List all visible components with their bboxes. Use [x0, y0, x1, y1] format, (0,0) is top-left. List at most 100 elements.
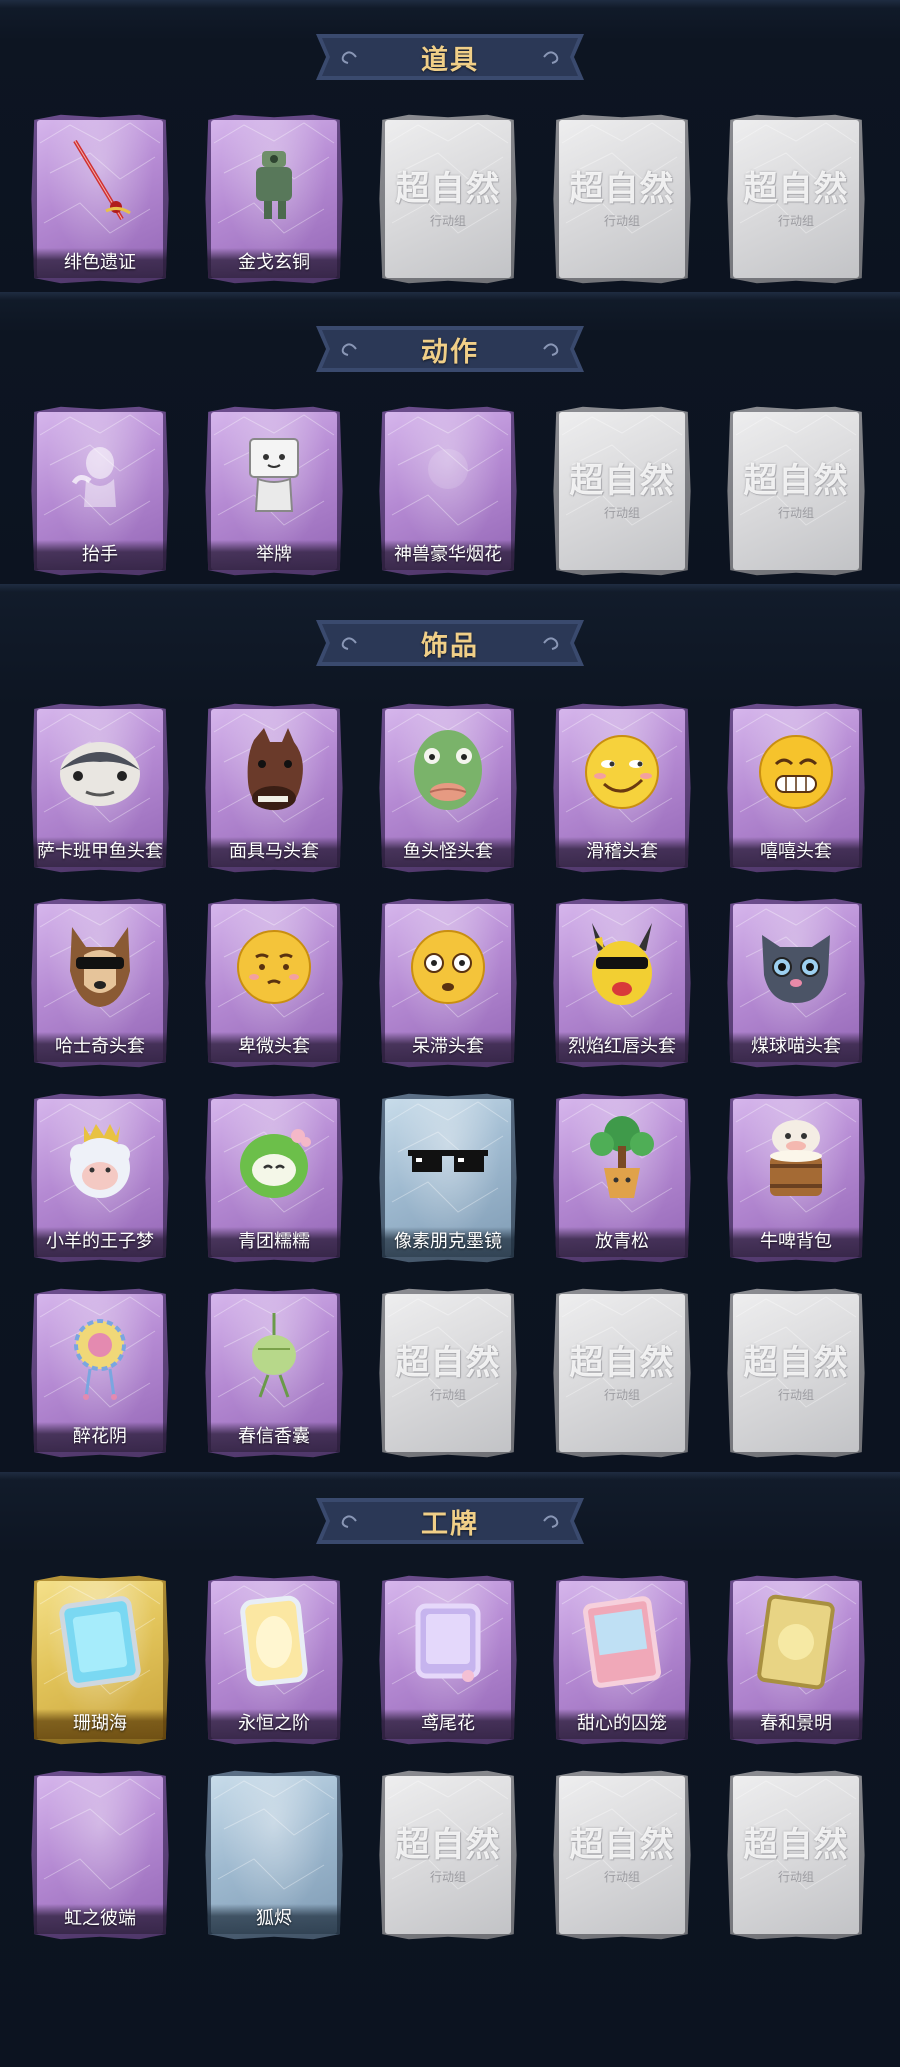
watermark-icon: 超自然 行动组 [553, 1335, 690, 1403]
watermark-main: 超自然 [395, 1343, 501, 1383]
watermark-sub: 行动组 [777, 506, 814, 520]
locked-item-card[interactable]: 超自然 行动组 [727, 114, 865, 284]
item-name: 青团糯糯 [205, 1227, 343, 1257]
watermark-main: 超自然 [743, 1343, 849, 1383]
item-name: 甜心的囚笼 [553, 1709, 691, 1739]
item-card[interactable]: 萨卡班甲鱼头套 [31, 703, 169, 873]
watermark-icon: 超自然 行动组 [727, 1817, 864, 1885]
item-name: 神兽豪华烟花 [379, 540, 517, 570]
item-card[interactable]: 甜心的囚笼 [553, 1575, 691, 1745]
item-name: 放青松 [553, 1227, 691, 1257]
smiley-icon [572, 720, 672, 820]
item-name: 鸢尾花 [379, 1709, 517, 1739]
badge-lavender-icon [398, 1592, 498, 1692]
item-card[interactable]: 虹之彼端 [31, 1770, 169, 1940]
grin-icon [746, 720, 846, 820]
item-name: 永恒之阶 [205, 1709, 343, 1739]
watermark-icon: 超自然 行动组 [379, 1817, 516, 1885]
item-card[interactable]: 卑微头套 [205, 898, 343, 1068]
fish-head-icon [50, 720, 150, 820]
item-card[interactable]: 神兽豪华烟花 [379, 406, 517, 576]
section-title: 动作 [421, 336, 479, 368]
item-card[interactable]: 呆滞头套 [379, 898, 517, 1068]
item-card[interactable]: 像素朋克墨镜 [379, 1093, 517, 1263]
item-name: 狐烬 [205, 1904, 343, 1934]
locked-item-card[interactable]: 超自然 行动组 [379, 114, 517, 284]
watermark-main: 超自然 [395, 169, 501, 209]
item-name: 卑微头套 [205, 1032, 343, 1062]
badge-pink-icon [572, 1592, 672, 1692]
item-card[interactable]: 永恒之阶 [205, 1575, 343, 1745]
item-card[interactable]: 春和景明 [727, 1575, 865, 1745]
item-card[interactable]: 烈焰红唇头套 [553, 898, 691, 1068]
item-name: 烈焰红唇头套 [553, 1032, 691, 1062]
item-card[interactable]: 鸢尾花 [379, 1575, 517, 1745]
item-card[interactable]: 金戈玄铜 [205, 114, 343, 284]
item-card[interactable]: 狐烬 [205, 1770, 343, 1940]
item-grid: 抬手 举牌 神兽豪华烟花 超自然 行动组 超自然 行动组 [30, 405, 870, 577]
item-name: 呆滞头套 [379, 1032, 517, 1062]
watermark-sub: 行动组 [777, 1388, 814, 1402]
locked-item-card[interactable]: 超自然 行动组 [553, 1770, 691, 1940]
locked-item-card[interactable]: 超自然 行动组 [727, 1288, 865, 1458]
watermark-sub: 行动组 [777, 214, 814, 228]
watermark-main: 超自然 [569, 461, 675, 501]
section-divider [0, 0, 900, 8]
section-title: 饰品 [421, 630, 479, 662]
dazed-face-icon [398, 915, 498, 1015]
watermark-icon: 超自然 行动组 [553, 1817, 690, 1885]
watermark-icon: 超自然 行动组 [553, 453, 690, 521]
item-name: 虹之彼端 [31, 1904, 169, 1934]
section-banner: 道具 [316, 30, 584, 84]
item-card[interactable]: 面具马头套 [205, 703, 343, 873]
item-card[interactable]: 小羊的王子梦 [31, 1093, 169, 1263]
item-card[interactable]: 青团糯糯 [205, 1093, 343, 1263]
bronze-figure-icon [224, 131, 324, 231]
item-card[interactable]: 春信香囊 [205, 1288, 343, 1458]
item-card[interactable]: 绯色遗证 [31, 114, 169, 284]
item-name: 珊瑚海 [31, 1709, 169, 1739]
item-card[interactable]: 珊瑚海 [31, 1575, 169, 1745]
watermark-icon: 超自然 行动组 [727, 453, 864, 521]
cat-head-icon [746, 915, 846, 1015]
watermark-main: 超自然 [743, 461, 849, 501]
item-name: 煤球喵头套 [727, 1032, 865, 1062]
locked-item-card[interactable]: 超自然 行动组 [379, 1770, 517, 1940]
locked-item-card[interactable]: 超自然 行动组 [553, 406, 691, 576]
item-card[interactable]: 煤球喵头套 [727, 898, 865, 1068]
watermark-icon: 超自然 行动组 [727, 161, 864, 229]
section-title: 道具 [421, 44, 479, 76]
item-card[interactable]: 鱼头怪头套 [379, 703, 517, 873]
watermark-sub: 行动组 [603, 1388, 640, 1402]
watermark-icon: 超自然 行动组 [379, 161, 516, 229]
section-title: 工牌 [421, 1508, 479, 1540]
locked-item-card[interactable]: 超自然 行动组 [553, 1288, 691, 1458]
item-card[interactable]: 放青松 [553, 1093, 691, 1263]
locked-item-card[interactable]: 超自然 行动组 [379, 1288, 517, 1458]
sheep-crown-icon [50, 1110, 150, 1210]
item-card[interactable]: 嘻嘻头套 [727, 703, 865, 873]
watermark-icon: 超自然 行动组 [379, 1335, 516, 1403]
sword-icon [50, 131, 150, 231]
item-card[interactable]: 举牌 [205, 406, 343, 576]
locked-item-card[interactable]: 超自然 行动组 [727, 1770, 865, 1940]
item-card[interactable]: 牛啤背包 [727, 1093, 865, 1263]
section-banner: 动作 [316, 322, 584, 376]
item-name: 滑稽头套 [553, 837, 691, 867]
item-card[interactable]: 醉花阴 [31, 1288, 169, 1458]
watermark-main: 超自然 [569, 1825, 675, 1865]
item-card[interactable]: 滑稽头套 [553, 703, 691, 873]
item-card[interactable]: 哈士奇头套 [31, 898, 169, 1068]
flower-ornament-icon [50, 1305, 150, 1405]
watermark-sub: 行动组 [429, 1870, 466, 1884]
cow-beer-icon [746, 1110, 846, 1210]
humble-face-icon [224, 915, 324, 1015]
watermark-sub: 行动组 [429, 214, 466, 228]
fish-monster-icon [398, 720, 498, 820]
locked-item-card[interactable]: 超自然 行动组 [727, 406, 865, 576]
watermark-sub: 行动组 [603, 1870, 640, 1884]
bonsai-icon [572, 1110, 672, 1210]
item-card[interactable]: 抬手 [31, 406, 169, 576]
locked-item-card[interactable]: 超自然 行动组 [553, 114, 691, 284]
item-name: 面具马头套 [205, 837, 343, 867]
